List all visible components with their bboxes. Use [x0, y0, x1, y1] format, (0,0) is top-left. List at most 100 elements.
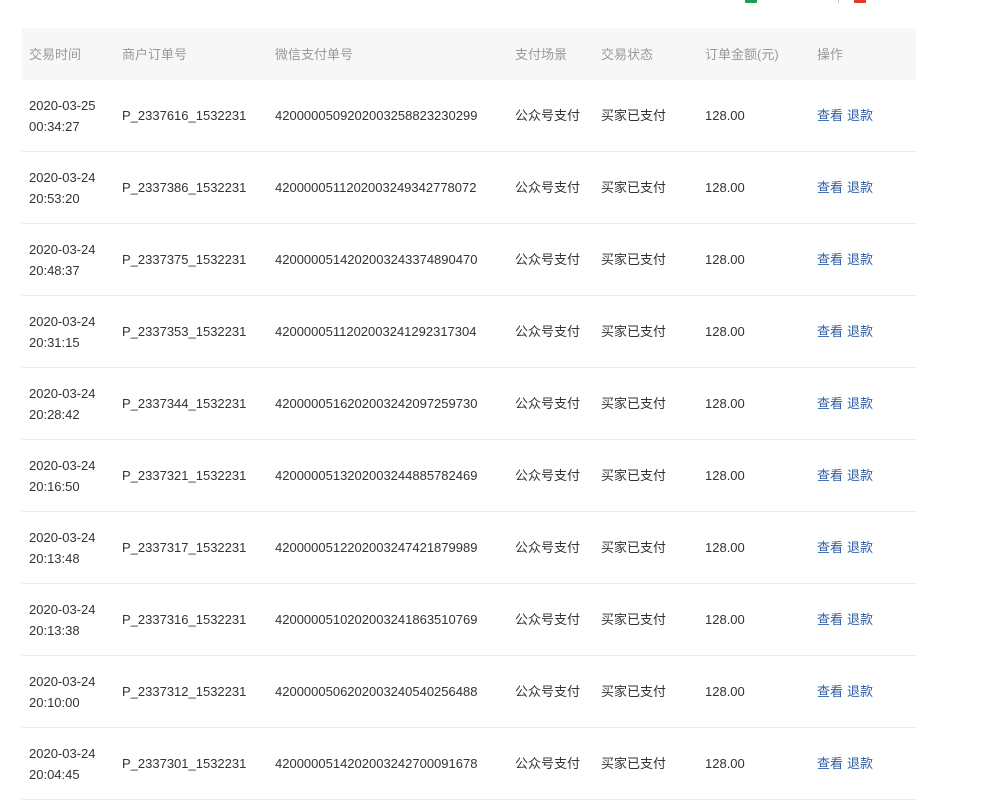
transaction-clock-time: 00:34:27 [29, 118, 80, 134]
transaction-status: 买家已支付 [601, 252, 667, 267]
view-link[interactable]: 查看 [817, 540, 843, 555]
column-header-transaction-time: 交易时间 [29, 46, 82, 62]
transaction-time-cell: 2020-03-24 20:04:45 [29, 743, 122, 785]
merchant-order-no: P_2337344_1532231 [122, 396, 247, 411]
wechat-pay-no: 4200000514202003243374890470 [275, 252, 478, 267]
transaction-date: 2020-03-24 [29, 169, 96, 185]
transaction-clock-time: 20:04:45 [29, 766, 80, 782]
order-amount: 128.00 [705, 252, 745, 267]
transaction-clock-time: 20:10:00 [29, 694, 80, 710]
order-amount: 128.00 [705, 684, 745, 699]
table-row: 2020-03-24 20:53:20 P_2337386_1532231 42… [22, 152, 916, 224]
merchant-order-no: P_2337386_1532231 [122, 180, 247, 195]
refund-link[interactable]: 退款 [847, 108, 873, 123]
order-amount: 128.00 [705, 108, 745, 123]
actions-cell: 查看 退款 [817, 105, 916, 126]
view-link[interactable]: 查看 [817, 396, 843, 411]
transaction-status: 买家已支付 [601, 684, 667, 699]
order-amount: 128.00 [705, 540, 745, 555]
refund-link[interactable]: 退款 [847, 540, 873, 555]
view-link[interactable]: 查看 [817, 756, 843, 771]
column-header-merchant-order-no: 商户订单号 [122, 46, 188, 62]
transaction-clock-time: 20:28:42 [29, 406, 80, 422]
refund-link[interactable]: 退款 [847, 396, 873, 411]
refund-link[interactable]: 退款 [847, 612, 873, 627]
transaction-date: 2020-03-24 [29, 529, 96, 545]
table-header: 交易时间 商户订单号 微信支付单号 支付场景 交易状态 订单金额(元) 操作 [22, 28, 916, 80]
pay-scene: 公众号支付 [515, 324, 581, 339]
pay-scene: 公众号支付 [515, 612, 581, 627]
view-link[interactable]: 查看 [817, 612, 843, 627]
actions-cell: 查看 退款 [817, 537, 916, 558]
transaction-time-cell: 2020-03-24 20:13:48 [29, 527, 122, 569]
order-amount: 128.00 [705, 756, 745, 771]
transaction-clock-time: 20:16:50 [29, 478, 80, 494]
table-row: 2020-03-25 00:34:27 P_2337616_1532231 42… [22, 80, 916, 152]
pdf-icon[interactable] [854, 0, 866, 3]
view-link[interactable]: 查看 [817, 684, 843, 699]
actions-cell: 查看 退款 [817, 321, 916, 342]
table-row: 2020-03-24 20:04:45 P_2337301_1532231 42… [22, 728, 916, 800]
transaction-clock-time: 20:53:20 [29, 190, 80, 206]
table-row: 2020-03-24 20:10:00 P_2337312_1532231 42… [22, 656, 916, 728]
actions-cell: 查看 退款 [817, 177, 916, 198]
refund-link[interactable]: 退款 [847, 756, 873, 771]
transaction-date: 2020-03-24 [29, 457, 96, 473]
column-header-amount: 订单金额(元) [705, 46, 779, 62]
merchant-order-no: P_2337316_1532231 [122, 612, 247, 627]
refund-link[interactable]: 退款 [847, 324, 873, 339]
transaction-time-cell: 2020-03-25 00:34:27 [29, 95, 122, 137]
transaction-clock-time: 20:31:15 [29, 334, 80, 350]
transaction-date: 2020-03-24 [29, 385, 96, 401]
order-amount: 128.00 [705, 468, 745, 483]
pay-scene: 公众号支付 [515, 756, 581, 771]
wechat-pay-no: 4200000506202003240540256488 [275, 684, 478, 699]
transaction-status: 买家已支付 [601, 396, 667, 411]
refund-link[interactable]: 退款 [847, 468, 873, 483]
view-link[interactable]: 查看 [817, 180, 843, 195]
actions-cell: 查看 退款 [817, 393, 916, 414]
pay-scene: 公众号支付 [515, 252, 581, 267]
transaction-status: 买家已支付 [601, 108, 667, 123]
wechat-pay-no: 4200000512202003247421879989 [275, 540, 478, 555]
transaction-table: 交易时间 商户订单号 微信支付单号 支付场景 交易状态 订单金额(元) 操作 2… [22, 28, 916, 800]
pay-scene: 公众号支付 [515, 468, 581, 483]
transaction-date: 2020-03-24 [29, 745, 96, 761]
transaction-clock-time: 20:13:38 [29, 622, 80, 638]
table-body: 2020-03-25 00:34:27 P_2337616_1532231 42… [22, 80, 916, 800]
pay-scene: 公众号支付 [515, 540, 581, 555]
wechat-pay-no: 4200000510202003241863510769 [275, 612, 478, 627]
view-link[interactable]: 查看 [817, 468, 843, 483]
refund-link[interactable]: 退款 [847, 180, 873, 195]
merchant-order-no: P_2337321_1532231 [122, 468, 247, 483]
actions-cell: 查看 退款 [817, 753, 916, 774]
transaction-time-cell: 2020-03-24 20:28:42 [29, 383, 122, 425]
transaction-date: 2020-03-24 [29, 313, 96, 329]
order-amount: 128.00 [705, 180, 745, 195]
actions-cell: 查看 退款 [817, 465, 916, 486]
table-row: 2020-03-24 20:28:42 P_2337344_1532231 42… [22, 368, 916, 440]
column-header-actions: 操作 [817, 46, 844, 62]
export-toolbar [0, 0, 1000, 4]
view-link[interactable]: 查看 [817, 108, 843, 123]
view-link[interactable]: 查看 [817, 324, 843, 339]
refund-link[interactable]: 退款 [847, 684, 873, 699]
transaction-status: 买家已支付 [601, 612, 667, 627]
wechat-pay-no: 4200000511202003249342778072 [275, 180, 477, 195]
pay-scene: 公众号支付 [515, 396, 581, 411]
transaction-time-cell: 2020-03-24 20:48:37 [29, 239, 122, 281]
wechat-pay-no: 4200000513202003244885782469 [275, 468, 478, 483]
actions-cell: 查看 退款 [817, 249, 916, 270]
actions-cell: 查看 退款 [817, 681, 916, 702]
view-link[interactable]: 查看 [817, 252, 843, 267]
refund-link[interactable]: 退款 [847, 252, 873, 267]
actions-cell: 查看 退款 [817, 609, 916, 630]
transaction-time-cell: 2020-03-24 20:13:38 [29, 599, 122, 641]
excel-icon[interactable] [745, 0, 757, 3]
order-amount: 128.00 [705, 612, 745, 627]
transaction-status: 买家已支付 [601, 180, 667, 195]
transaction-time-cell: 2020-03-24 20:31:15 [29, 311, 122, 353]
table-row: 2020-03-24 20:13:48 P_2337317_1532231 42… [22, 512, 916, 584]
pay-scene: 公众号支付 [515, 108, 581, 123]
table-row: 2020-03-24 20:16:50 P_2337321_1532231 42… [22, 440, 916, 512]
